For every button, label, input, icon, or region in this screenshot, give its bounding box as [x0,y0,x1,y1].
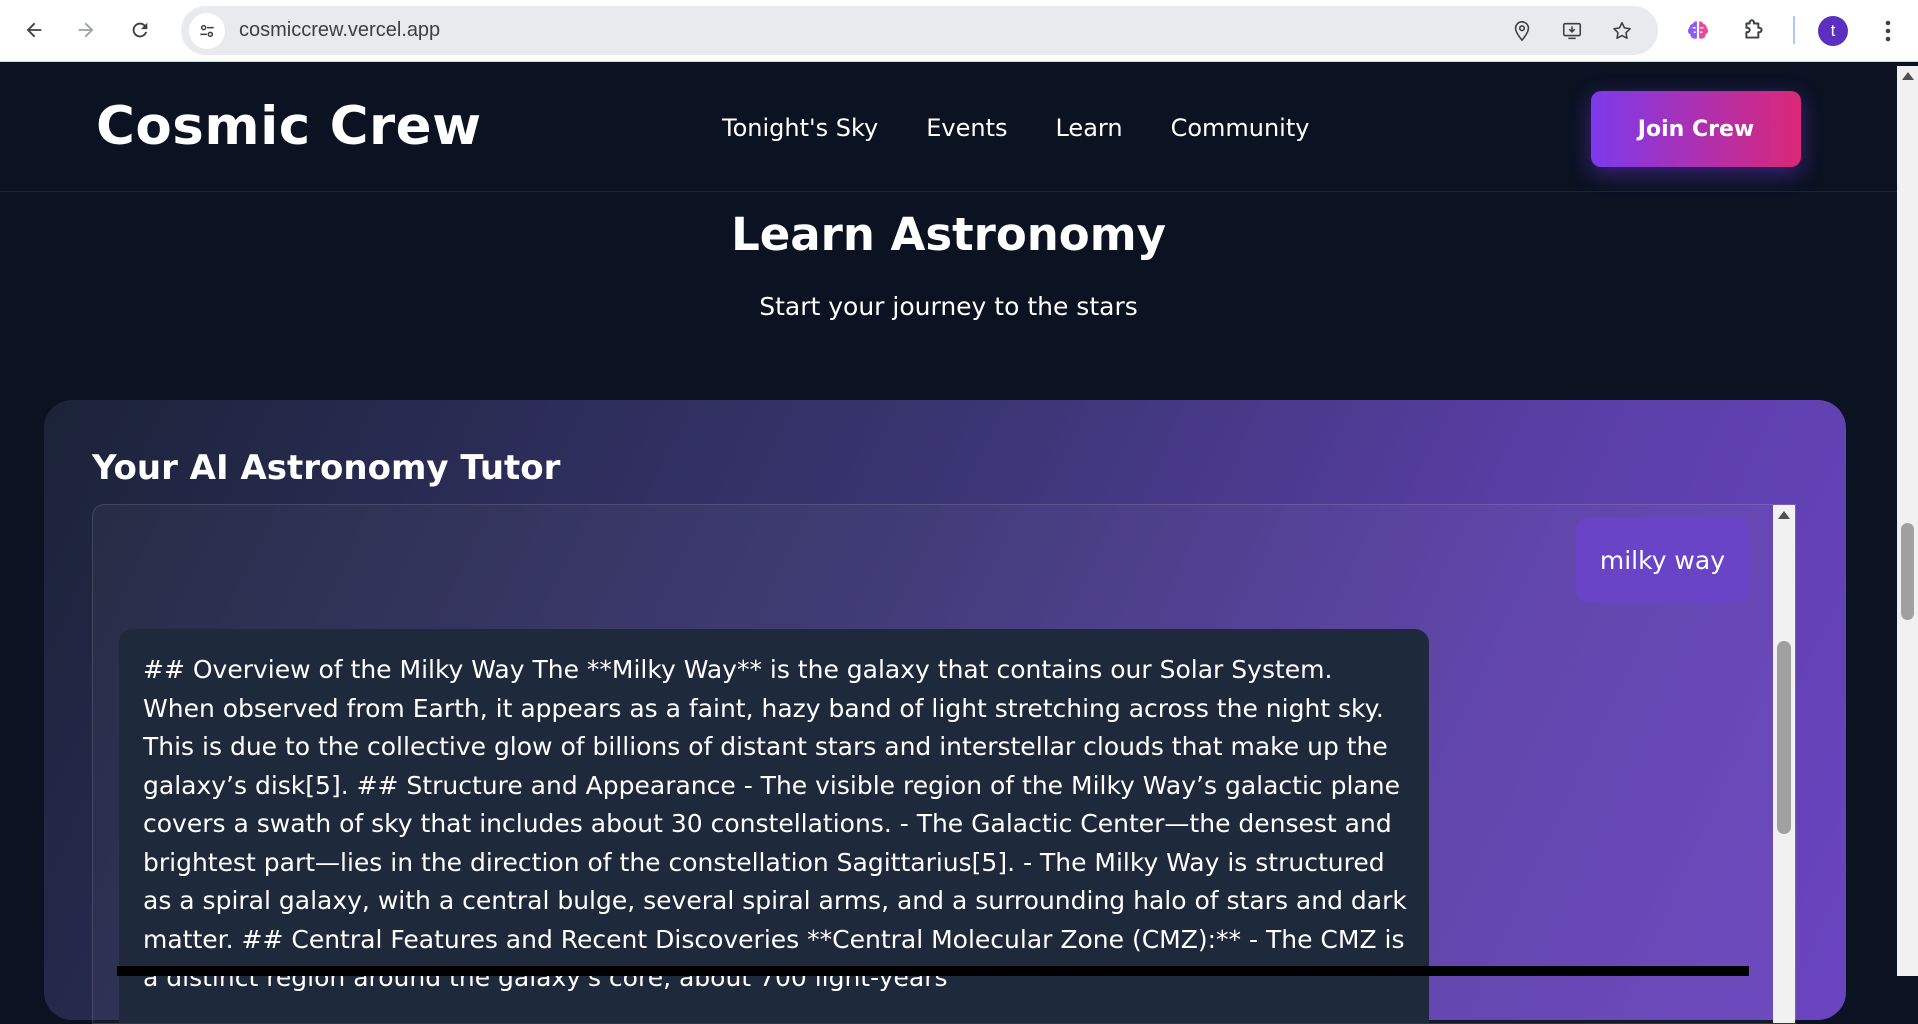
nav-learn[interactable]: Learn [1055,114,1122,142]
tutor-title: Your AI Astronomy Tutor [92,448,561,488]
page-scrollbar-thumb[interactable] [1901,523,1914,620]
address-bar[interactable]: cosmiccrew.vercel.app [181,6,1658,55]
profile-avatar[interactable]: t [1818,16,1848,46]
brain-extension-button[interactable] [1681,13,1715,47]
forward-button[interactable] [68,12,104,48]
page-subtitle: Start your journey to the stars [759,292,1138,321]
nav-tonights-sky[interactable]: Tonight's Sky [722,114,878,142]
site-info-button[interactable] [189,12,225,49]
chat-window[interactable]: milky way ## Overview of the Milky Way T… [92,504,1796,1024]
bookmark-button[interactable] [1604,13,1640,49]
reload-button[interactable] [122,12,158,48]
reload-icon [132,22,148,38]
page-title: Learn Astronomy [731,208,1166,261]
site-header: Cosmic Crew Tonight's Sky Events Learn C… [0,66,1897,192]
bottom-overlay-bar [117,966,1749,976]
page-scrollbar[interactable] [1897,66,1918,976]
assistant-message: ## Overview of the Milky Way The **Milky… [119,629,1429,1023]
ai-tutor-card: Your AI Astronomy Tutor milky way ## Ove… [44,400,1846,1024]
site-info-icon [200,24,214,37]
toolbar-separator [1793,16,1795,44]
url-text[interactable]: cosmiccrew.vercel.app [239,19,440,42]
nav-events[interactable]: Events [926,114,1007,142]
chat-scrollbar[interactable] [1773,505,1795,1023]
back-button[interactable] [16,12,52,48]
kebab-menu-icon [1885,20,1891,42]
bookmark-star-icon [1613,21,1631,40]
scroll-up-arrow-icon[interactable] [1902,72,1914,80]
main-nav: Tonight's Sky Events Learn Community [722,114,1309,142]
chat-scroll-up-arrow-icon[interactable] [1778,511,1790,519]
extensions-button[interactable] [1737,13,1771,47]
location-icon [1514,21,1530,42]
puzzle-extension-icon [1745,19,1763,39]
install-app-icon [1562,22,1582,40]
back-icon [26,22,42,38]
chat-scrollbar-thumb[interactable] [1777,641,1791,834]
brand-logo[interactable]: Cosmic Crew [96,96,482,157]
browser-toolbar: cosmiccrew.vercel.app t [0,0,1918,62]
install-app-button[interactable] [1554,13,1590,49]
join-crew-button[interactable]: Join Crew [1591,91,1801,167]
browser-menu-button[interactable] [1873,14,1903,48]
nav-community[interactable]: Community [1171,114,1310,142]
user-message: milky way [1575,517,1749,603]
forward-icon [78,22,94,38]
brain-extension-icon [1687,21,1709,39]
location-button[interactable] [1504,13,1540,49]
